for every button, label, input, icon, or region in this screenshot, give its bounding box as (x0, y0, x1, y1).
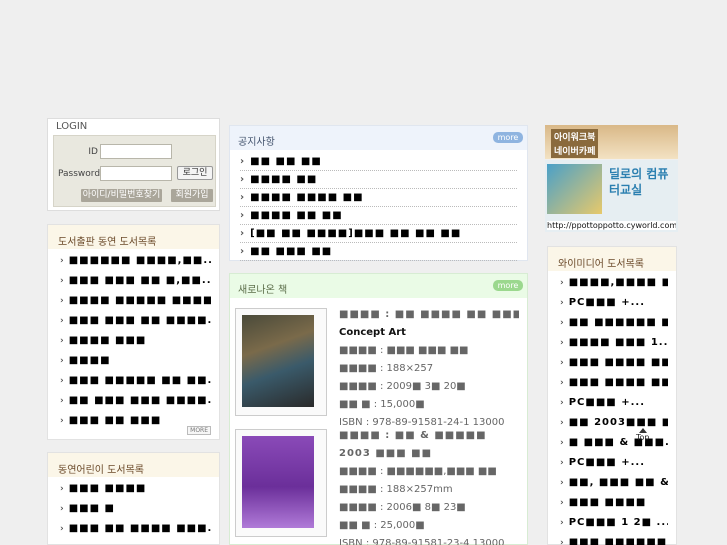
ymedia-books-list: ■■■■,■■■■ ■■■... PC■■■ +... ■■ ■■■■■■ ■.… (560, 273, 668, 545)
list-item[interactable]: PC■■■ 1 2■ ... (560, 513, 668, 533)
id-label: ID (88, 147, 98, 157)
list-item[interactable]: ■■■■ ■■■ (60, 331, 211, 351)
list-item[interactable]: ■■ 2003■■■ ■... (560, 413, 668, 433)
book-title[interactable]: ■■■■ : ■■ & ■■■■■ 2003 ■■■ ■■ (339, 427, 519, 463)
top-label: Top (636, 433, 650, 442)
notice-item[interactable]: ■■■■ ■■■■ ■■ (240, 189, 517, 207)
list-item[interactable]: ■ ■■■ & ■■■... (560, 433, 668, 453)
list-item[interactable]: ■■■ ■■■■ (560, 493, 668, 513)
password-label: Password (58, 169, 101, 179)
book-info-1: ■■■■ : ■■ ■■■■ ■■ ■■■ Concept Art ■■■■ :… (339, 306, 519, 432)
dongyeon-books-list: ■■■■■■ ■■■■,■■... ■■■ ■■■ ■■ ■,■■... ■■■… (60, 251, 211, 431)
computer-class-banner[interactable]: 딜로의 컴퓨터교실 http://ppottoppotto.cyworld.co… (545, 160, 678, 232)
book-size: ■■■■ : 188×257mm (339, 484, 453, 495)
cover-image (242, 436, 314, 528)
join-button[interactable]: 회원가입 (171, 189, 213, 202)
login-title: LOGIN (56, 121, 88, 132)
login-panel: LOGIN ID Password 로그인 아이디/비밀번호찾기 회원가입 (47, 118, 220, 211)
notice-item[interactable]: ■■ ■■■ ■■ (240, 243, 517, 261)
book-subtitle: Concept Art (339, 327, 406, 338)
cover-image (242, 315, 314, 407)
banner-text: 딜로의 컴퓨터교실 (609, 167, 669, 197)
password-input[interactable] (100, 166, 172, 181)
more-button[interactable]: MORE (187, 426, 211, 435)
new-books-box: 새로나온 책 more ■■■■ : ■■ ■■■■ ■■ ■■■ Concep… (229, 273, 528, 545)
notice-item[interactable]: ■■ ■■ ■■ (240, 153, 517, 171)
dongyeon-books-box: 도서출판 동연 도서목록 ■■■■■■ ■■■■,■■... ■■■ ■■■ ■… (47, 224, 220, 440)
banner-text-2: 네이버카페 (551, 143, 599, 158)
list-item[interactable]: ■■ ■■■■■■ ■... (560, 313, 668, 333)
ymedia-books-title: 와이미디어 도서목록 (548, 247, 676, 271)
notice-item[interactable]: [■■ ■■ ■■■■]■■■ ■■ ■■ ■■ (240, 225, 517, 243)
list-item[interactable]: ■■■ ■■■■ ■■■... (560, 373, 668, 393)
scroll-top-button[interactable]: Top (636, 428, 650, 442)
list-item[interactable]: ■■, ■■■ ■■ &... (560, 473, 668, 493)
notice-item[interactable]: ■■■■ ■■ ■■ (240, 207, 517, 225)
list-item[interactable]: ■■■■,■■■■ ■■■... (560, 273, 668, 293)
notice-box: 공지사항 more ■■ ■■ ■■ ■■■■ ■■ ■■■■ ■■■■ ■■ … (229, 125, 528, 261)
children-books-box: 동연어린이 도서목록 ■■■ ■■■■ ■■■ ■ ■■■ ■■ ■■■■ ■■… (47, 452, 220, 545)
book-price: ■■ ■ : 15,000■ (339, 399, 425, 410)
dongyeon-books-title: 도서출판 동연 도서목록 (48, 225, 219, 249)
notice-item[interactable]: ■■■■ ■■ (240, 171, 517, 189)
book-author: ■■■■ : ■■■ ■■■ ■■ (339, 345, 469, 356)
list-item[interactable]: ■■■ ■■■■■■ ■... (560, 533, 668, 545)
login-form: ID Password 로그인 아이디/비밀번호찾기 회원가입 (53, 135, 216, 207)
list-item[interactable]: ■■■■ (60, 351, 211, 371)
list-item[interactable]: ■■■ ■■■ ■■ ■,■■... (60, 271, 211, 291)
list-item[interactable]: ■■■ ■■■■■ ■■ ■■... (60, 371, 211, 391)
id-input[interactable] (100, 144, 172, 159)
banner-image (547, 164, 602, 214)
list-item[interactable]: PC■■■ +... (560, 293, 668, 313)
book-title[interactable]: ■■■■ : ■■ ■■■■ ■■ ■■■ (339, 306, 519, 324)
new-books-title: 새로나온 책 (230, 274, 527, 298)
list-item[interactable]: ■■■ ■■ ■■■■ ■■■... (60, 519, 211, 539)
new-books-more-button[interactable]: more (493, 280, 523, 291)
children-books-list: ■■■ ■■■■ ■■■ ■ ■■■ ■■ ■■■■ ■■■... (60, 479, 211, 539)
login-button[interactable]: 로그인 (177, 166, 213, 180)
book-cover-1[interactable] (235, 308, 327, 416)
list-item[interactable]: ■■■ ■■■■ (60, 479, 211, 499)
book-isbn: ISBN : 978-89-91581-23-4 13000 (339, 538, 505, 545)
list-item[interactable]: PC■■■ +... (560, 393, 668, 413)
book-date: ■■■■ : 2006■ 8■ 23■ (339, 502, 466, 513)
find-account-button[interactable]: 아이디/비밀번호찾기 (81, 189, 162, 202)
list-item[interactable]: ■■■ ■■■■ ■■■... (560, 353, 668, 373)
list-item[interactable]: ■■■■■■ ■■■■,■■... (60, 251, 211, 271)
list-item[interactable]: ■■ ■■■ ■■■ ■■■■... (60, 391, 211, 411)
list-item[interactable]: ■■■ ■■■ ■■ ■■■■... (60, 311, 211, 331)
banner-text-1: 아이워크북 (551, 129, 599, 144)
list-item[interactable]: ■■■■ ■■■ 1... (560, 333, 668, 353)
list-item[interactable]: PC■■■ +... (560, 453, 668, 473)
notice-more-button[interactable]: more (493, 132, 523, 143)
banner-url: http://ppottoppotto.cyworld.com (547, 221, 676, 230)
cafe-banner[interactable]: 아이워크북 네이버카페 (545, 125, 678, 159)
children-books-title: 동연어린이 도서목록 (48, 453, 219, 477)
list-item[interactable]: ■■■■ ■■■■■ ■■■■■ (60, 291, 211, 311)
book-price: ■■ ■ : 25,000■ (339, 520, 425, 531)
book-info-2: ■■■■ : ■■ & ■■■■■ 2003 ■■■ ■■ ■■■■ : ■■■… (339, 427, 519, 545)
book-author: ■■■■ : ■■■■■■,■■■ ■■ (339, 466, 497, 477)
book-date: ■■■■ : 2009■ 3■ 20■ (339, 381, 466, 392)
notice-title: 공지사항 (230, 126, 527, 150)
book-cover-2[interactable] (235, 429, 327, 537)
notice-list: ■■ ■■ ■■ ■■■■ ■■ ■■■■ ■■■■ ■■ ■■■■ ■■ ■■… (240, 153, 517, 261)
list-item[interactable]: ■■■ ■ (60, 499, 211, 519)
book-size: ■■■■ : 188×257 (339, 363, 434, 374)
ymedia-books-box: 와이미디어 도서목록 ■■■■,■■■■ ■■■... PC■■■ +... ■… (547, 246, 677, 545)
